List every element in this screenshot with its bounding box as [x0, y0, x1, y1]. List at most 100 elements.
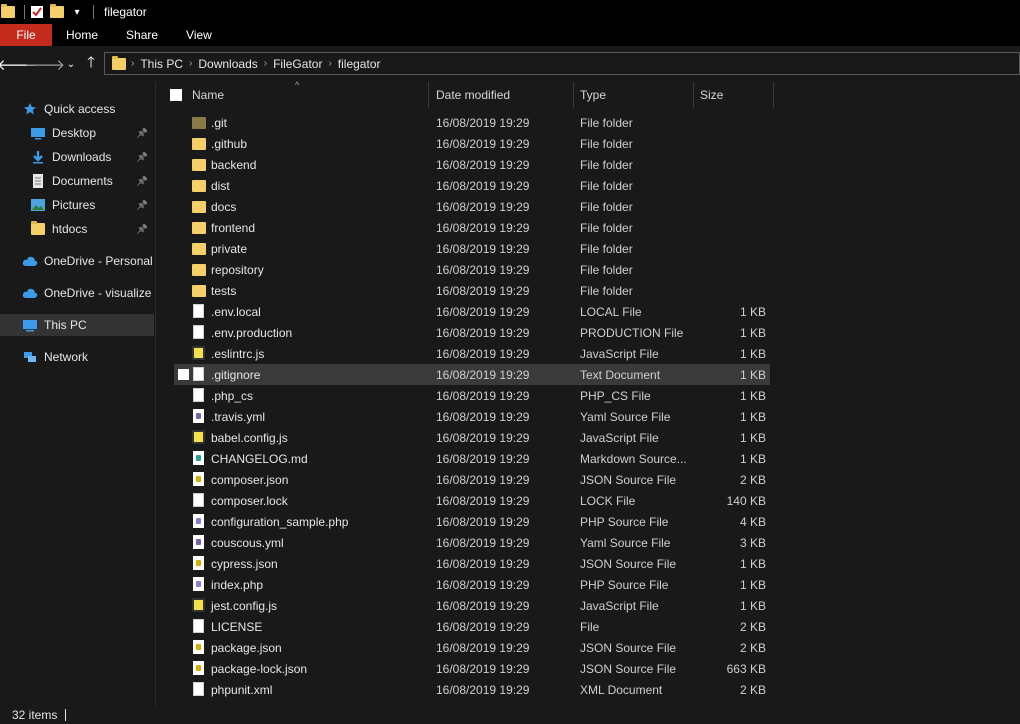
- sidebar-item-downloads[interactable]: Downloads 📌: [0, 146, 154, 168]
- tab-view[interactable]: View: [172, 24, 226, 46]
- breadcrumb-downloads[interactable]: Downloads: [194, 57, 261, 71]
- file-row[interactable]: .php_cs 16/08/2019 19:29 PHP_CS File 1 KB: [174, 385, 770, 406]
- row-checkbox[interactable]: [178, 369, 189, 380]
- file-row[interactable]: phpunit.xml 16/08/2019 19:29 XML Document 2…: [174, 679, 770, 700]
- file-name: frontend: [211, 221, 256, 235]
- file-type: JavaScript File: [580, 599, 659, 613]
- column-divider[interactable]: [773, 82, 774, 108]
- sidebar-item-network[interactable]: Network: [0, 346, 154, 368]
- file-icon: [192, 304, 206, 320]
- file-row[interactable]: docs 16/08/2019 19:29 File folder: [174, 196, 770, 217]
- column-type[interactable]: Type: [580, 82, 606, 108]
- sidebar-item-htdocs[interactable]: htdocs 📌: [0, 218, 154, 240]
- up-arrow-icon[interactable]: 🡑: [80, 53, 102, 75]
- customize-toolbar-icon[interactable]: ▾: [69, 4, 85, 20]
- file-row[interactable]: backend 16/08/2019 19:29 File folder: [174, 154, 770, 175]
- file-row[interactable]: configuration_sample.php 16/08/2019 19:29…: [174, 511, 770, 532]
- sidebar-item-documents[interactable]: Documents 📌: [0, 170, 154, 192]
- forward-arrow-icon[interactable]: 🡒: [25, 53, 65, 75]
- sidebar-item-onedrive-visualize-e[interactable]: OneDrive - visualize E: [0, 282, 154, 304]
- file-row[interactable]: LICENSE 16/08/2019 19:29 File 2 KB: [174, 616, 770, 637]
- file-row[interactable]: index.php 16/08/2019 19:29 PHP Source File…: [174, 574, 770, 595]
- file-date-modified: 16/08/2019 19:29: [436, 284, 530, 298]
- breadcrumb-filegator-sub[interactable]: filegator: [334, 57, 385, 71]
- breadcrumb-separator-icon[interactable]: ›: [187, 58, 194, 69]
- file-type: File folder: [580, 116, 633, 130]
- breadcrumb-separator-icon[interactable]: ›: [129, 58, 136, 69]
- folder-icon: [192, 220, 206, 236]
- php-file-icon: [192, 514, 206, 530]
- file-type: File folder: [580, 158, 633, 172]
- file-row[interactable]: repository 16/08/2019 19:29 File folder: [174, 259, 770, 280]
- file-row[interactable]: jest.config.js 16/08/2019 19:29 JavaScript…: [174, 595, 770, 616]
- file-type: JavaScript File: [580, 347, 659, 361]
- address-bar[interactable]: › This PC › Downloads › FileGator › file…: [104, 52, 1020, 75]
- file-name: package-lock.json: [211, 662, 308, 676]
- file-row[interactable]: .eslintrc.js 16/08/2019 19:29 JavaScript F…: [174, 343, 770, 364]
- column-name[interactable]: Name: [192, 82, 224, 108]
- tab-home[interactable]: Home: [52, 24, 112, 46]
- column-size[interactable]: Size: [700, 82, 723, 108]
- file-row[interactable]: cypress.json 16/08/2019 19:29 JSON Source …: [174, 553, 770, 574]
- javascript-file-icon: [192, 430, 206, 446]
- file-size: 1 KB: [739, 431, 766, 445]
- column-divider[interactable]: [428, 82, 429, 108]
- sidebar-item-quick-access[interactable]: Quick access: [0, 98, 154, 120]
- file-row[interactable]: composer.lock 16/08/2019 19:29 LOCK File 14…: [174, 490, 770, 511]
- file-icon: [192, 388, 206, 404]
- file-row[interactable]: .git 16/08/2019 19:29 File folder: [174, 112, 770, 133]
- file-type: Markdown Source...: [580, 452, 687, 466]
- file-type: PHP Source File: [580, 515, 669, 529]
- breadcrumb-separator-icon[interactable]: ›: [326, 58, 333, 69]
- breadcrumb-this-pc[interactable]: This PC: [136, 57, 187, 71]
- breadcrumb-filegator[interactable]: FileGator: [269, 57, 326, 71]
- file-row[interactable]: babel.config.js 16/08/2019 19:29 JavaScrip…: [174, 427, 770, 448]
- file-date-modified: 16/08/2019 19:29: [436, 494, 530, 508]
- sidebar-item-desktop[interactable]: Desktop 📌: [0, 122, 154, 144]
- file-type: PRODUCTION File: [580, 326, 684, 340]
- file-row[interactable]: CHANGELOG.md 16/08/2019 19:29 Markdown Sou…: [174, 448, 770, 469]
- sidebar-item-label: This PC: [44, 318, 87, 332]
- file-name: CHANGELOG.md: [211, 452, 308, 466]
- file-row[interactable]: composer.json 16/08/2019 19:29 JSON Source…: [174, 469, 770, 490]
- file-row[interactable]: private 16/08/2019 19:29 File folder: [174, 238, 770, 259]
- select-all-checkbox[interactable]: [170, 89, 182, 101]
- file-row[interactable]: couscous.yml 16/08/2019 19:29 Yaml Source …: [174, 532, 770, 553]
- file-row[interactable]: package.json 16/08/2019 19:29 JSON Source …: [174, 637, 770, 658]
- file-date-modified: 16/08/2019 19:29: [436, 599, 530, 613]
- file-row[interactable]: .gitignore 16/08/2019 19:29 Text Document 1…: [174, 364, 770, 385]
- file-row[interactable]: .travis.yml 16/08/2019 19:29 Yaml Source F…: [174, 406, 770, 427]
- sidebar-item-label: Network: [44, 350, 89, 364]
- ribbon-tabs: File Home Share View: [0, 24, 1020, 46]
- folder-icon: [192, 136, 206, 152]
- file-name: phpunit.xml: [211, 683, 273, 697]
- column-divider[interactable]: [693, 82, 694, 108]
- sidebar-item-onedrive-personal[interactable]: OneDrive - Personal: [0, 250, 154, 272]
- properties-icon[interactable]: [29, 4, 45, 20]
- file-type: Yaml Source File: [580, 410, 671, 424]
- column-headers: Name ^ Date modified Type Size: [158, 80, 1020, 108]
- column-date-modified[interactable]: Date modified: [436, 82, 510, 108]
- sidebar-item-this-pc[interactable]: This PC: [0, 314, 154, 336]
- file-row[interactable]: .env.production 16/08/2019 19:29 PRODUCTIO…: [174, 322, 770, 343]
- folder-icon: [111, 55, 127, 72]
- file-row[interactable]: package-lock.json 16/08/2019 19:29 JSON So…: [174, 658, 770, 679]
- sidebar-item-pictures[interactable]: Pictures 📌: [0, 194, 154, 216]
- file-name: LICENSE: [211, 620, 263, 634]
- file-row[interactable]: .env.local 16/08/2019 19:29 LOCAL File 1 KB: [174, 301, 770, 322]
- file-name: jest.config.js: [211, 599, 278, 613]
- column-divider[interactable]: [573, 82, 574, 108]
- new-folder-icon[interactable]: [49, 4, 65, 20]
- file-row[interactable]: dist 16/08/2019 19:29 File folder: [174, 175, 770, 196]
- file-type: JSON Source File: [580, 662, 677, 676]
- json-file-icon: [192, 472, 206, 488]
- breadcrumb-separator-icon[interactable]: ›: [262, 58, 269, 69]
- recent-locations-chevron-icon[interactable]: ⌄: [60, 53, 82, 75]
- file-row[interactable]: frontend 16/08/2019 19:29 File folder: [174, 217, 770, 238]
- tab-share[interactable]: Share: [112, 24, 172, 46]
- tab-file[interactable]: File: [0, 24, 52, 46]
- file-row[interactable]: tests 16/08/2019 19:29 File folder: [174, 280, 770, 301]
- javascript-file-icon: [192, 346, 206, 362]
- file-date-modified: 16/08/2019 19:29: [436, 326, 530, 340]
- file-row[interactable]: .github 16/08/2019 19:29 File folder: [174, 133, 770, 154]
